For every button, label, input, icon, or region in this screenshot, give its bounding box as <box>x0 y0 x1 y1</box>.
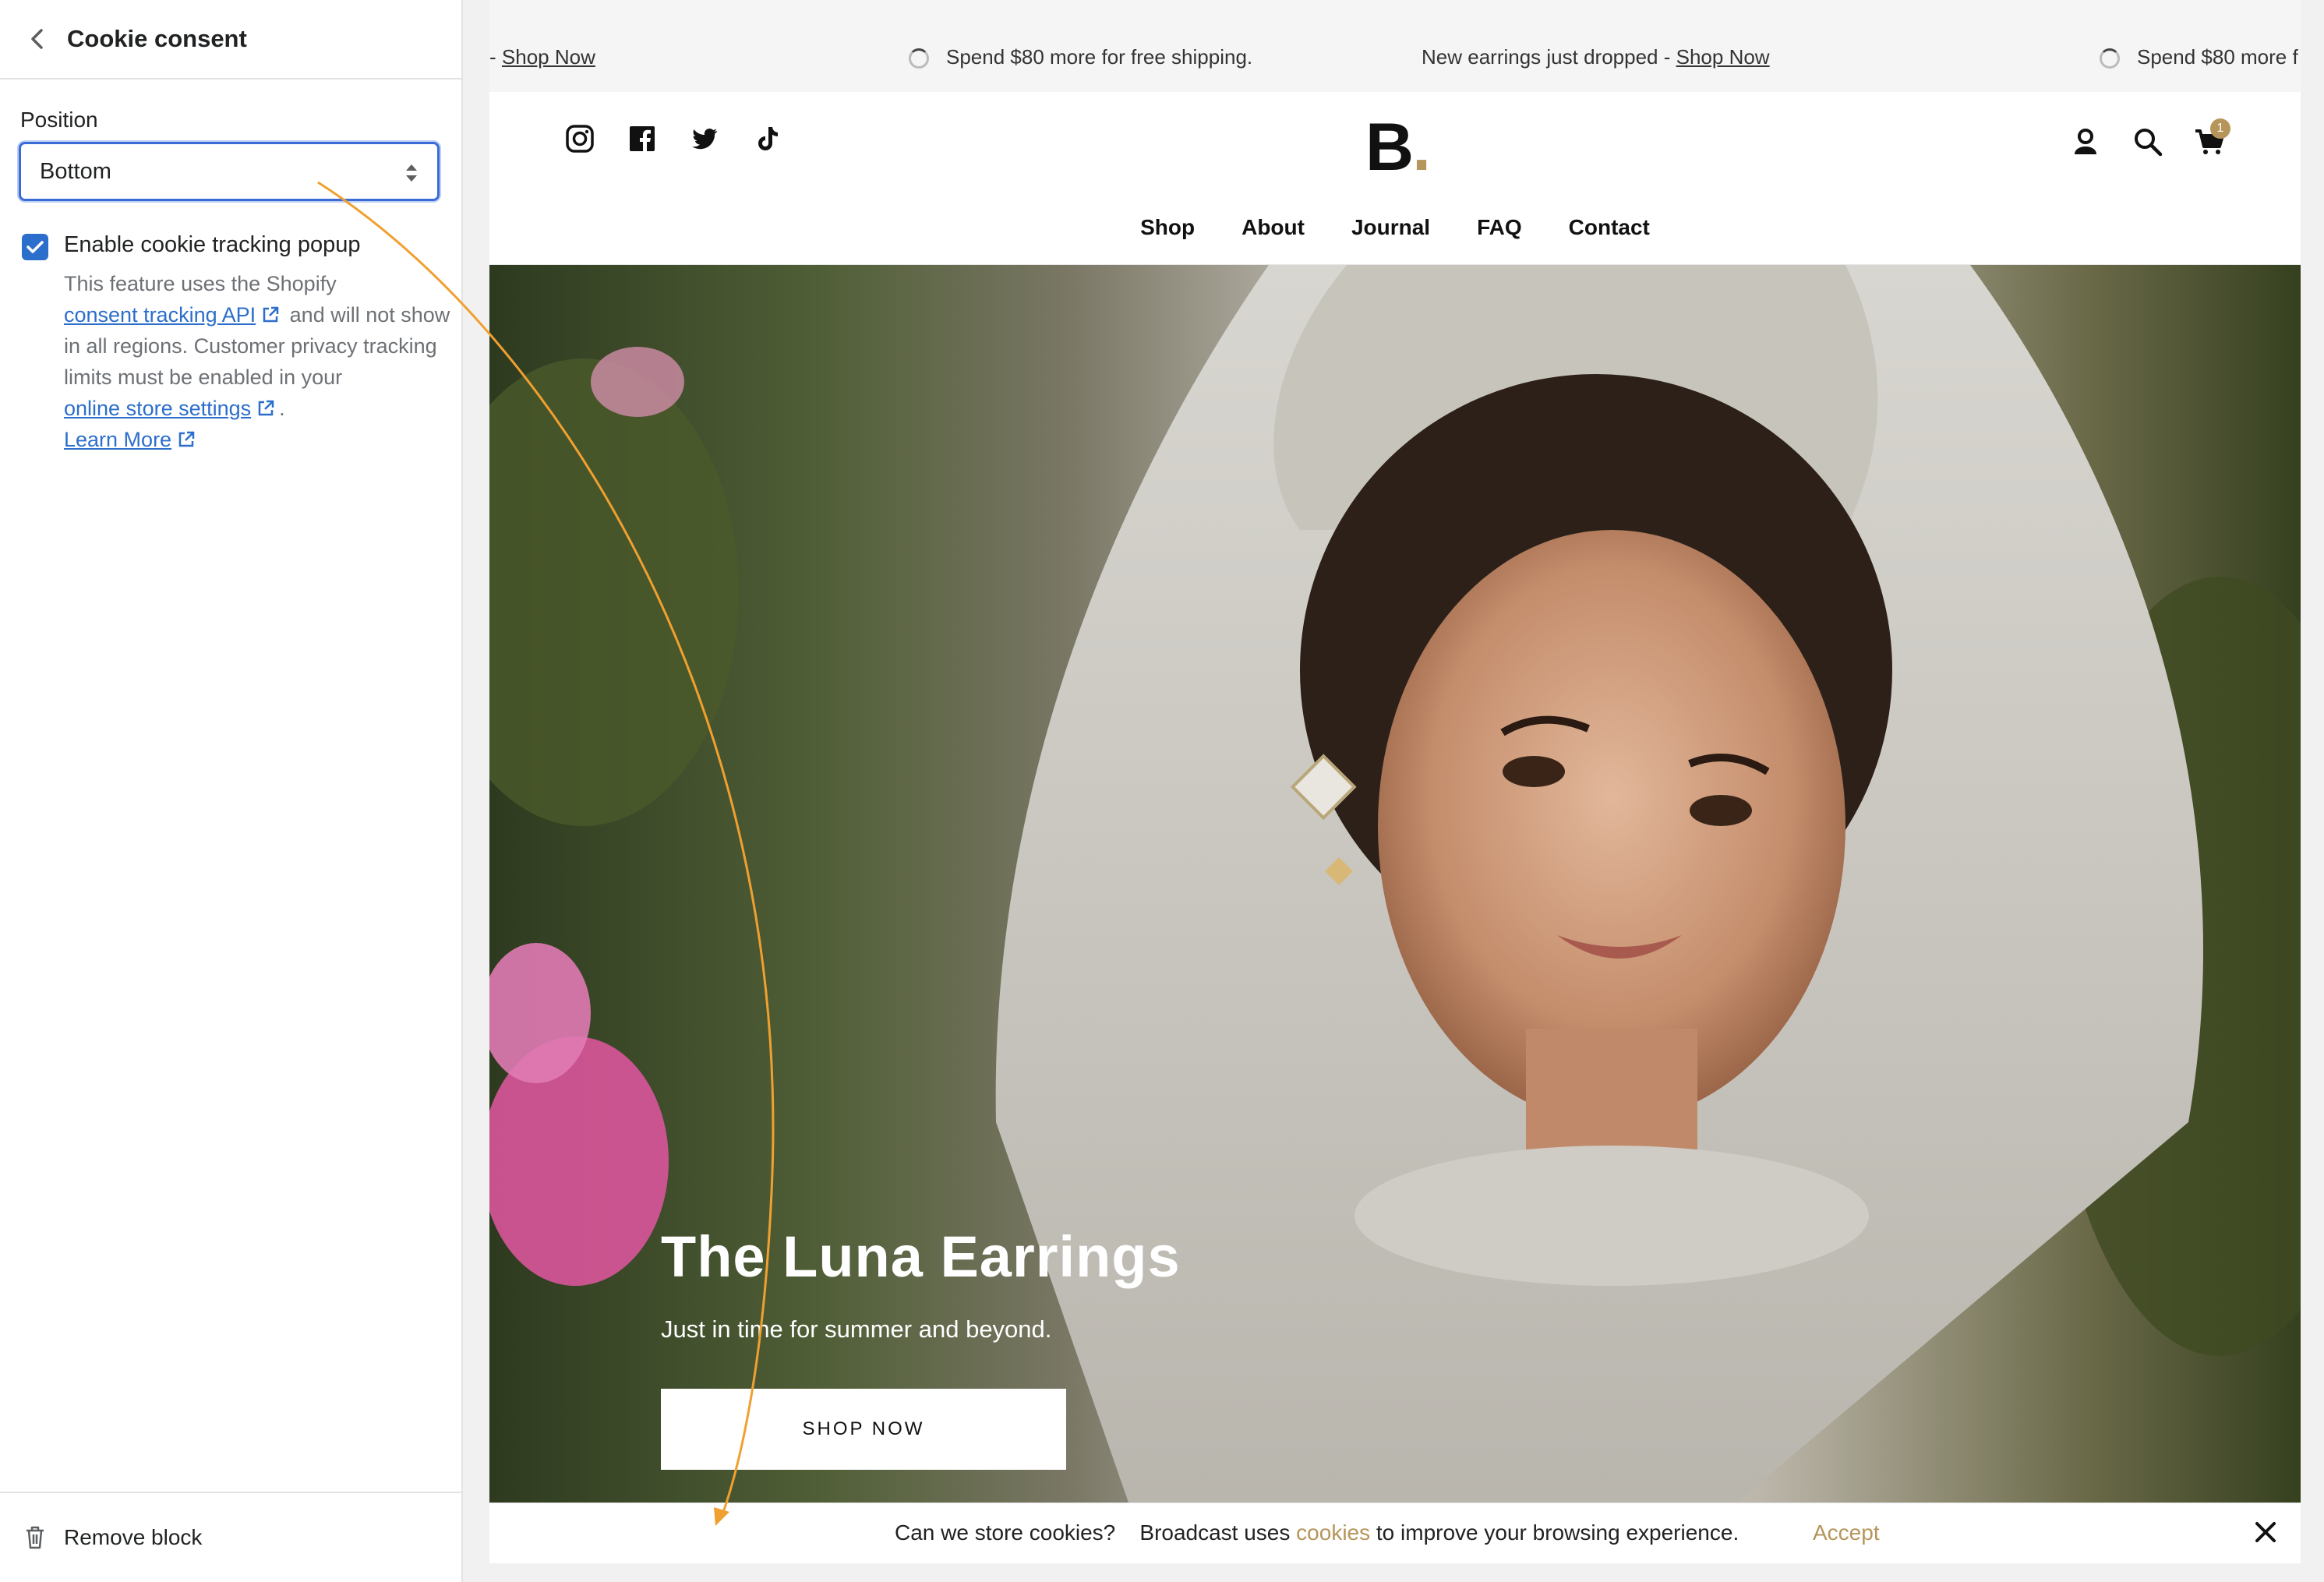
panel-title: Cookie consent <box>67 25 247 52</box>
announcement-bar: - Shop Now Spend $80 more for free shipp… <box>489 0 2301 92</box>
shop-now-button[interactable]: SHOP NOW <box>661 1389 1066 1470</box>
nav-item-about[interactable]: About <box>1241 215 1305 240</box>
shop-now-link[interactable]: Shop Now <box>502 45 595 69</box>
cookie-text-before: Broadcast uses <box>1139 1520 1291 1545</box>
enable-cookie-checkbox[interactable] <box>22 234 48 260</box>
close-icon[interactable] <box>2252 1519 2279 1545</box>
site-header: B. 1 Shop About Journal FAQ Contact <box>489 92 2301 265</box>
settings-panel: Cookie consent Position Bottom Enable co… <box>0 0 463 1582</box>
position-label: Position <box>20 108 98 132</box>
select-arrows-icon <box>406 164 417 182</box>
checkmark-icon <box>26 241 44 253</box>
store-preview: - Shop Now Spend $80 more for free shipp… <box>489 0 2301 1563</box>
announcement-text: New earrings just dropped - <box>1422 45 1671 69</box>
instagram-icon[interactable] <box>564 123 595 154</box>
twitter-icon[interactable] <box>689 123 720 154</box>
announcement-item: New earrings just dropped - Shop Now <box>1422 45 1770 69</box>
main-nav: Shop About Journal FAQ Contact <box>489 215 2301 240</box>
remove-block-button[interactable]: Remove block <box>0 1492 463 1582</box>
cookies-link[interactable]: cookies <box>1296 1520 1370 1545</box>
cookie-message: Can we store cookies? Broadcast uses coo… <box>895 1520 1739 1545</box>
announcement-text: Spend $80 more for free shipping. <box>946 45 1253 69</box>
external-link-icon <box>263 306 279 323</box>
external-link-icon <box>258 400 274 416</box>
learn-more-link[interactable]: Learn More <box>64 428 171 451</box>
panel-header: Cookie consent <box>0 0 461 79</box>
facebook-icon[interactable] <box>627 123 658 154</box>
shop-now-link[interactable]: Shop Now <box>1676 45 1770 69</box>
online-store-settings-link[interactable]: online store settings <box>64 397 251 420</box>
chevron-left-icon <box>31 29 43 49</box>
hero-title: The Luna Earrings <box>661 1224 1181 1289</box>
store-logo[interactable]: B. <box>1365 109 1431 186</box>
hero-banner: The Luna Earrings Just in time for summe… <box>489 265 2301 1503</box>
cart-count-badge: 1 <box>2210 118 2230 139</box>
announcement-text: Spend $80 more f <box>2137 45 2298 69</box>
logo-text: B <box>1365 110 1414 185</box>
trash-icon <box>26 1526 44 1549</box>
tiktok-icon[interactable] <box>751 123 782 154</box>
remove-block-label: Remove block <box>64 1525 203 1549</box>
position-select-value: Bottom <box>40 158 111 184</box>
logo-dot: . <box>1412 110 1431 185</box>
announcement-item: Spend $80 more for free shipping. <box>909 45 1252 69</box>
help-text-part: . <box>279 397 285 420</box>
cookie-consent-bar: Can we store cookies? Broadcast uses coo… <box>489 1503 2301 1563</box>
cookie-text-after: to improve your browsing experience. <box>1376 1520 1739 1545</box>
loading-icon <box>2100 48 2120 69</box>
account-icon[interactable] <box>2068 125 2103 159</box>
announcement-text: - <box>489 45 496 69</box>
external-link-icon <box>178 431 195 447</box>
help-text: This feature uses the Shopify consent tr… <box>64 268 454 455</box>
loading-icon <box>909 48 929 69</box>
announcement-item: - Shop Now <box>489 45 595 69</box>
checkbox-label: Enable cookie tracking popup <box>64 232 361 257</box>
nav-item-faq[interactable]: FAQ <box>1477 215 1522 240</box>
cookie-question: Can we store cookies? <box>895 1520 1116 1545</box>
position-select[interactable]: Bottom <box>19 142 440 201</box>
announcement-item: Spend $80 more f <box>2100 45 2298 69</box>
hero-subtitle: Just in time for summer and beyond. <box>661 1315 1052 1343</box>
back-button[interactable] <box>23 26 50 52</box>
nav-item-journal[interactable]: Journal <box>1351 215 1430 240</box>
consent-tracking-api-link[interactable]: consent tracking API <box>64 303 256 327</box>
help-text-part: This feature uses the Shopify <box>64 272 337 295</box>
nav-item-shop[interactable]: Shop <box>1140 215 1195 240</box>
accept-cookies-button[interactable]: Accept <box>1813 1520 1880 1545</box>
search-icon[interactable] <box>2131 125 2165 159</box>
nav-item-contact[interactable]: Contact <box>1569 215 1650 240</box>
